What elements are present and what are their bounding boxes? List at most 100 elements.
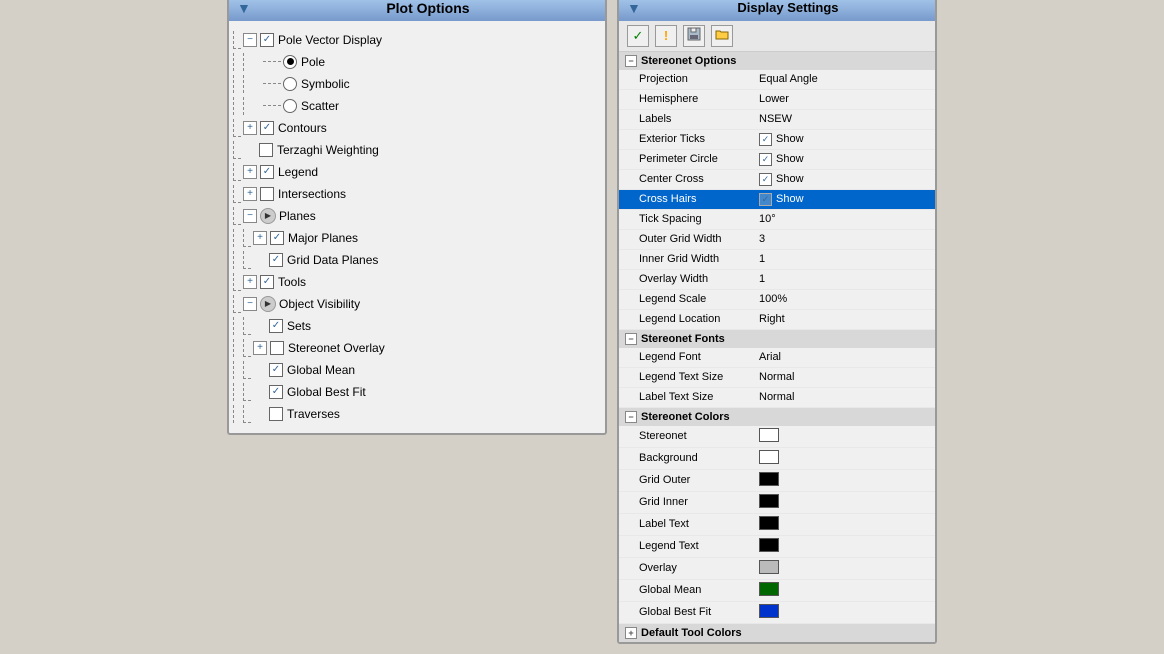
legend-scale-value: 100% (759, 293, 929, 305)
label-text-color-label: Label Text (639, 518, 759, 530)
checkmark-button[interactable]: ✓ (627, 25, 649, 47)
projection-row[interactable]: Projection Equal Angle (619, 70, 935, 90)
stereonet-overlay-checkbox[interactable] (270, 341, 284, 355)
symbolic-radio[interactable] (283, 77, 297, 91)
stereonet-color-row[interactable]: Stereonet (619, 426, 935, 448)
cross-hairs-checkbox[interactable] (759, 193, 772, 206)
cross-hairs-label: Cross Hairs (639, 193, 759, 205)
cross-hairs-row[interactable]: Cross Hairs Show (619, 190, 935, 210)
center-cross-checkbox[interactable] (759, 173, 772, 186)
list-item: + Major Planes (233, 227, 601, 249)
contours-expand[interactable]: + (243, 121, 257, 135)
terzaghi-checkbox[interactable] (259, 143, 273, 157)
global-best-fit-color-row[interactable]: Global Best Fit (619, 602, 935, 624)
legend-text-size-label: Legend Text Size (639, 371, 759, 383)
collapse-button[interactable]: − (243, 33, 257, 47)
global-mean-color-swatch[interactable] (759, 582, 779, 596)
global-mean-color-row[interactable]: Global Mean (619, 580, 935, 602)
pole-radio[interactable] (283, 55, 297, 69)
legend-text-color-swatch[interactable] (759, 538, 779, 552)
perimeter-circle-row[interactable]: Perimeter Circle Show (619, 150, 935, 170)
legend-expand[interactable]: + (243, 165, 257, 179)
planes-collapse[interactable]: − (243, 209, 257, 223)
global-best-fit-color-label: Global Best Fit (639, 606, 759, 618)
intersections-checkbox[interactable] (260, 187, 274, 201)
tools-checkbox[interactable] (260, 275, 274, 289)
legend-text-color-row[interactable]: Legend Text (619, 536, 935, 558)
display-settings-panel: ▼ Display Settings ✓ ! (617, 0, 937, 644)
folder-button[interactable] (711, 25, 733, 47)
legend-checkbox[interactable] (260, 165, 274, 179)
exterior-ticks-checkbox[interactable] (759, 133, 772, 146)
pole-vector-checkbox[interactable] (260, 33, 274, 47)
tick-spacing-row[interactable]: Tick Spacing 10° (619, 210, 935, 230)
background-color-row[interactable]: Background (619, 448, 935, 470)
background-color-label: Background (639, 452, 759, 464)
stereonet-options-section[interactable]: − Stereonet Options (619, 52, 935, 70)
grid-inner-color-row[interactable]: Grid Inner (619, 492, 935, 514)
tool-colors-collapse-icon[interactable]: + (625, 627, 637, 639)
label-text-color-swatch[interactable] (759, 516, 779, 530)
stereonet-color-swatch[interactable] (759, 428, 779, 442)
plot-options-panel: ▼ Plot Options − Pole Vector Display Pol… (227, 0, 607, 435)
global-mean-checkbox[interactable] (269, 363, 283, 377)
label-text-size-row[interactable]: Label Text Size Normal (619, 388, 935, 408)
list-item: − Pole Vector Display (233, 29, 601, 51)
grid-data-planes-checkbox[interactable] (269, 253, 283, 267)
tools-label: Tools (278, 273, 306, 291)
legend-text-size-row[interactable]: Legend Text Size Normal (619, 368, 935, 388)
list-item: Pole (233, 51, 601, 73)
overlay-width-row[interactable]: Overlay Width 1 (619, 270, 935, 290)
outer-grid-width-row[interactable]: Outer Grid Width 3 (619, 230, 935, 250)
stereonet-colors-section[interactable]: − Stereonet Colors (619, 408, 935, 426)
stereonet-fonts-label: Stereonet Fonts (641, 333, 725, 345)
grid-outer-color-swatch[interactable] (759, 472, 779, 486)
exterior-ticks-row[interactable]: Exterior Ticks Show (619, 130, 935, 150)
background-color-swatch[interactable] (759, 450, 779, 464)
legend-font-row[interactable]: Legend Font Arial (619, 348, 935, 368)
major-planes-expand[interactable]: + (253, 231, 267, 245)
grid-inner-color-label: Grid Inner (639, 496, 759, 508)
grid-inner-color-value (759, 494, 929, 511)
scatter-radio[interactable] (283, 99, 297, 113)
traverses-checkbox[interactable] (269, 407, 283, 421)
grid-inner-color-swatch[interactable] (759, 494, 779, 508)
overlay-color-swatch[interactable] (759, 560, 779, 574)
stereonet-fonts-section[interactable]: − Stereonet Fonts (619, 330, 935, 348)
outer-grid-width-label: Outer Grid Width (639, 233, 759, 245)
section-collapse-icon[interactable]: − (625, 55, 637, 67)
labels-row[interactable]: Labels NSEW (619, 110, 935, 130)
default-tool-colors-section[interactable]: + Default Tool Colors (619, 624, 935, 642)
global-best-fit-checkbox[interactable] (269, 385, 283, 399)
overlay-color-row[interactable]: Overlay (619, 558, 935, 580)
legend-text-color-label: Legend Text (639, 540, 759, 552)
legend-scale-row[interactable]: Legend Scale 100% (619, 290, 935, 310)
overlay-color-label: Overlay (639, 562, 759, 574)
sets-checkbox[interactable] (269, 319, 283, 333)
tools-expand[interactable]: + (243, 275, 257, 289)
stereonet-overlay-expand[interactable]: + (253, 341, 267, 355)
exclaim-button[interactable]: ! (655, 25, 677, 47)
perimeter-circle-label: Perimeter Circle (639, 153, 759, 165)
exterior-ticks-value: Show (759, 133, 929, 146)
center-cross-row[interactable]: Center Cross Show (619, 170, 935, 190)
grid-outer-color-row[interactable]: Grid Outer (619, 470, 935, 492)
major-planes-checkbox[interactable] (270, 231, 284, 245)
traverses-label: Traverses (287, 405, 340, 423)
global-best-fit-label: Global Best Fit (287, 383, 366, 401)
fonts-collapse-icon[interactable]: − (625, 333, 637, 345)
intersections-expand[interactable]: + (243, 187, 257, 201)
save-button[interactable] (683, 25, 705, 47)
hemisphere-value: Lower (759, 93, 929, 105)
global-best-fit-color-swatch[interactable] (759, 604, 779, 618)
overlay-color-value (759, 560, 929, 577)
hemisphere-row[interactable]: Hemisphere Lower (619, 90, 935, 110)
inner-grid-width-row[interactable]: Inner Grid Width 1 (619, 250, 935, 270)
colors-collapse-icon[interactable]: − (625, 411, 637, 423)
object-vis-collapse[interactable]: − (243, 297, 257, 311)
label-text-color-row[interactable]: Label Text (619, 514, 935, 536)
plot-options-title: Plot Options (259, 0, 597, 16)
legend-location-row[interactable]: Legend Location Right (619, 310, 935, 330)
contours-checkbox[interactable] (260, 121, 274, 135)
perimeter-circle-checkbox[interactable] (759, 153, 772, 166)
